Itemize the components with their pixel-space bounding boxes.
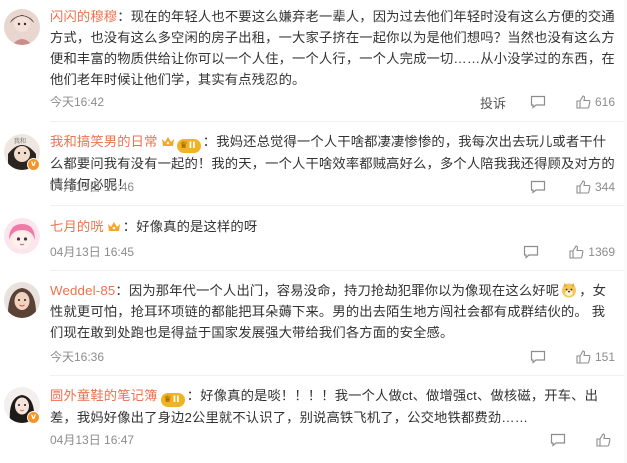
divider bbox=[50, 121, 627, 122]
comment-body: 好像真的是这样的呀 bbox=[136, 219, 258, 234]
comment-icon[interactable] bbox=[550, 433, 566, 447]
like-button[interactable] bbox=[596, 433, 615, 447]
level-badge: ♛II bbox=[160, 393, 185, 407]
comment-actions: 1369 bbox=[523, 243, 615, 261]
avatar[interactable] bbox=[4, 282, 40, 318]
comment-timestamp: 04月13日 16:46 bbox=[50, 180, 135, 194]
thumbs-up-icon bbox=[576, 350, 591, 364]
like-button[interactable]: 344 bbox=[576, 180, 615, 194]
divider bbox=[50, 375, 627, 376]
comment-actions: 投诉 616 bbox=[480, 93, 615, 111]
comment-body: 因为那年代一个人出门，容易没命，持刀抢劫犯罪你以为像现在这么好呢 bbox=[128, 283, 560, 298]
comment-icon[interactable] bbox=[523, 245, 539, 259]
comment-actions bbox=[550, 431, 615, 449]
comment-timestamp: 今天16:42 bbox=[50, 95, 105, 109]
report-button[interactable]: 投诉 bbox=[480, 93, 506, 112]
comment-icon[interactable] bbox=[530, 180, 546, 194]
verified-badge: v bbox=[27, 411, 40, 424]
avatar[interactable] bbox=[4, 218, 40, 254]
crown-icon bbox=[107, 222, 120, 231]
thumbs-up-icon bbox=[569, 245, 584, 259]
comment-username[interactable]: Weddel-85 bbox=[50, 283, 115, 298]
level-badge: ♛II bbox=[176, 139, 201, 153]
comment-text: 七月的咣 ：好像真的是这样的呀 bbox=[50, 219, 258, 234]
svg-text:我和: 我和 bbox=[14, 137, 26, 145]
like-count: 151 bbox=[594, 350, 615, 364]
divider bbox=[50, 205, 627, 206]
like-button[interactable]: 1369 bbox=[569, 245, 615, 259]
thumbs-up-icon bbox=[576, 180, 591, 194]
comment-username[interactable]: 七月的咣 bbox=[50, 219, 104, 234]
crown-icon bbox=[161, 137, 174, 146]
thumbs-up-icon bbox=[596, 433, 611, 447]
comment-timestamp: 04月13日 16:47 bbox=[50, 433, 135, 447]
comment-username[interactable]: 闪闪的穆穆 bbox=[50, 9, 117, 24]
comment-actions: 344 bbox=[530, 178, 615, 196]
like-count: 1369 bbox=[588, 245, 615, 259]
avatar[interactable] bbox=[4, 9, 40, 45]
comment-timestamp: 04月13日 16:45 bbox=[50, 245, 135, 259]
comment-username[interactable]: 圆外童鞋的笔记簿 bbox=[50, 388, 158, 403]
like-count: 616 bbox=[594, 95, 615, 109]
comment-username[interactable]: 我和搞笑男的日常 bbox=[50, 134, 158, 149]
comment-icon[interactable] bbox=[530, 95, 546, 109]
doge-emoji-icon bbox=[562, 283, 577, 298]
like-button[interactable]: 151 bbox=[576, 350, 615, 364]
comment-timestamp: 今天16:36 bbox=[50, 350, 105, 364]
comment-icon[interactable] bbox=[530, 350, 546, 364]
verified-badge: v bbox=[27, 158, 40, 171]
comment-text: 圆外童鞋的笔记簿 ♛II ：好像真的是啖！！！！我一个人做ct、做增强ct、做核磁，… bbox=[50, 388, 599, 425]
comment-body: 现在的年轻人也不要这么嫌弃老一辈人，因为过去他们年轻时没有这么方便的交通方式，也… bbox=[50, 9, 615, 87]
comment-actions: 151 bbox=[530, 348, 615, 366]
divider bbox=[50, 270, 627, 271]
comment-text: 闪闪的穆穆：现在的年轻人也不要这么嫌弃老一辈人，因为过去他们年轻时没有这么方便的… bbox=[50, 9, 615, 87]
thumbs-up-icon bbox=[576, 95, 591, 109]
like-button[interactable]: 616 bbox=[576, 95, 615, 109]
comment-text: Weddel-85：因为那年代一个人出门，容易没命，持刀抢劫犯罪你以为像现在这么… bbox=[50, 283, 607, 340]
like-count: 344 bbox=[594, 180, 615, 194]
